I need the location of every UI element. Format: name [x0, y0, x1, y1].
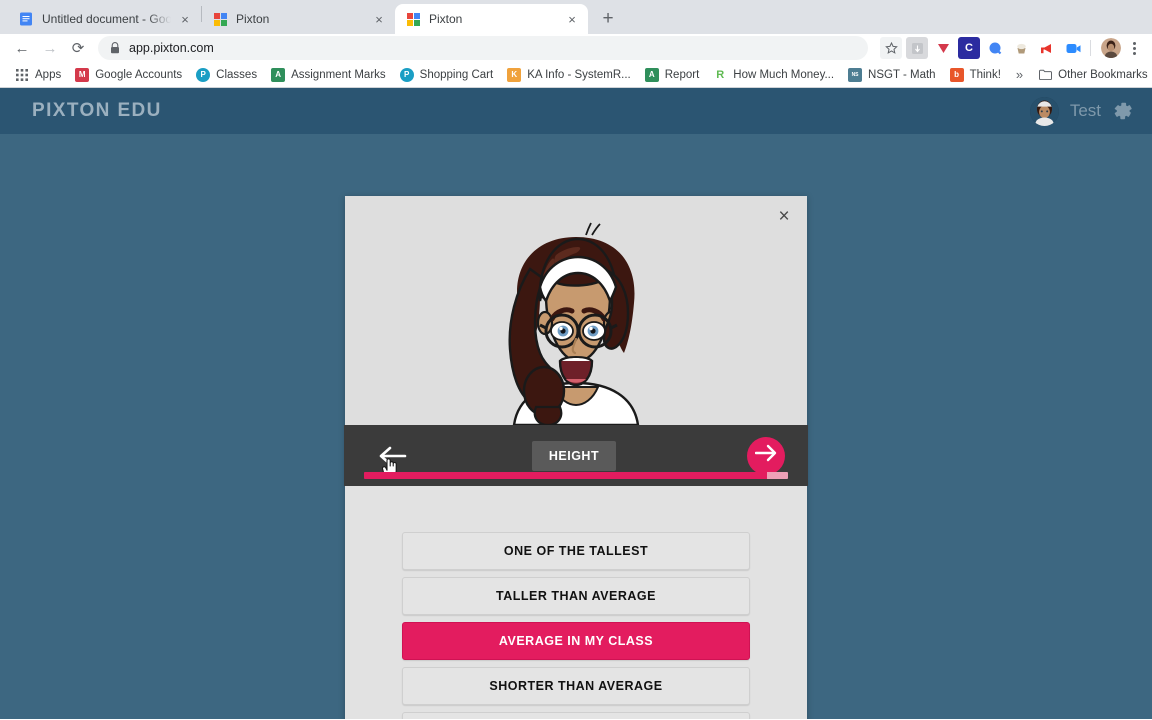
bookmark-label: NSGT - Math	[868, 68, 936, 81]
forward-button[interactable]: →	[36, 34, 64, 62]
tab-close-button[interactable]: ×	[177, 11, 193, 27]
bookmark-google-accounts[interactable]: M Google Accounts	[68, 65, 189, 85]
browser-toolbar: ← → ⟳ app.pixton.com C	[0, 34, 1152, 62]
other-bookmarks-button[interactable]: Other Bookmarks	[1031, 65, 1152, 85]
avatar-builder-modal: × HEIGHT ONE OF THE TALLEST TALLER THAN …	[344, 196, 808, 719]
progress-bar-remaining	[766, 472, 788, 479]
next-button-container	[728, 436, 808, 475]
other-bookmarks-label: Other Bookmarks	[1058, 68, 1148, 81]
extension-megaphone-icon[interactable]	[1036, 37, 1058, 59]
step-label-container: HEIGHT	[420, 440, 728, 471]
option-taller-than-average[interactable]: TALLER THAN AVERAGE	[402, 577, 750, 615]
bookmark-ka-info[interactable]: K KA Info - SystemR...	[500, 65, 638, 85]
option-one-of-the-tallest[interactable]: ONE OF THE TALLEST	[402, 532, 750, 570]
bookmark-label: How Much Money...	[733, 68, 835, 81]
avatar-preview-panel: ×	[345, 196, 807, 425]
option-shorter-than-average[interactable]: SHORTER THAN AVERAGE	[402, 667, 750, 705]
pixton-icon	[406, 12, 420, 26]
bookmark-classes[interactable]: P Classes	[189, 65, 264, 85]
header-user-area[interactable]: Test	[1029, 96, 1134, 126]
toolbar-divider	[1090, 40, 1091, 56]
bookmark-icon: b	[949, 67, 964, 82]
tab-close-button[interactable]: ×	[564, 11, 580, 27]
google-docs-icon	[19, 12, 33, 26]
extension-zoom-icon[interactable]	[1062, 37, 1084, 59]
browser-menu-button[interactable]	[1124, 37, 1144, 59]
extension-blue-icon[interactable]	[984, 37, 1006, 59]
bookmark-think[interactable]: b Think!	[943, 65, 1008, 85]
address-bar[interactable]: app.pixton.com	[98, 36, 868, 60]
folder-icon	[1038, 68, 1052, 82]
bookmark-label: KA Info - SystemR...	[527, 68, 631, 81]
browser-tab-0[interactable]: Untitled document - Google D ×	[8, 4, 201, 34]
bookmark-assignment-marks[interactable]: A Assignment Marks	[264, 65, 393, 85]
progress-bar-fill	[364, 472, 767, 479]
header-user-name: Test	[1069, 101, 1101, 120]
apps-grid-icon	[15, 68, 29, 82]
bookmark-icon: A	[271, 67, 286, 82]
pixton-page: PIXTON EDU Test × HEIGHT ONE OF THE TALL…	[0, 88, 1152, 719]
bookmark-label: Report	[664, 68, 700, 81]
app-brand-logo[interactable]: PIXTON EDU	[32, 100, 162, 122]
step-label[interactable]: HEIGHT	[531, 440, 617, 471]
wizard-toolbar: HEIGHT	[344, 425, 808, 486]
bookmark-icon: P	[399, 67, 414, 82]
tab-title: Pixton	[236, 12, 270, 26]
close-icon[interactable]: ×	[772, 205, 796, 229]
bookmark-label: Apps	[35, 68, 62, 81]
tab-title: Untitled document - Google D	[42, 12, 171, 26]
bookmark-icon: R	[716, 68, 725, 81]
progress-bar	[364, 472, 788, 479]
reload-button[interactable]: ⟳	[64, 34, 92, 62]
profile-avatar[interactable]	[1101, 38, 1121, 58]
back-button[interactable]	[364, 443, 420, 479]
tab-strip: Untitled document - Google D × Pixton × …	[0, 0, 1152, 34]
bookmark-label: Think!	[969, 68, 1001, 81]
back-button[interactable]: ←	[8, 34, 36, 62]
option-average-in-my-class[interactable]: AVERAGE IN MY CLASS	[402, 622, 750, 660]
option-one-of-the-shortest[interactable]: ONE OF THE SHORTEST	[402, 712, 750, 719]
address-bar-url: app.pixton.com	[129, 41, 214, 55]
bookmark-nsgt-math[interactable]: NS NSGT - Math	[841, 65, 943, 85]
next-button[interactable]	[747, 436, 785, 475]
bookmark-label: Assignment Marks	[291, 68, 386, 81]
bookmark-icon: P	[196, 67, 211, 82]
app-header: PIXTON EDU Test	[0, 88, 1152, 134]
user-avatar[interactable]	[1029, 96, 1059, 126]
browser-tab-2[interactable]: Pixton ×	[395, 4, 588, 34]
bookmark-apps[interactable]: Apps	[8, 65, 68, 85]
bookmark-icon: M	[75, 67, 90, 82]
extension-cupcake-icon[interactable]	[1010, 37, 1032, 59]
pixton-icon	[213, 12, 227, 26]
bookmark-label: Shopping Cart	[419, 68, 494, 81]
browser-chrome: Untitled document - Google D × Pixton × …	[0, 0, 1152, 88]
browser-tab-1[interactable]: Pixton ×	[202, 4, 395, 34]
tab-title: Pixton	[429, 12, 463, 26]
bookmark-icon: K	[507, 67, 522, 82]
options-panel: ONE OF THE TALLEST TALLER THAN AVERAGE A…	[345, 486, 807, 719]
star-icon[interactable]	[880, 37, 902, 59]
bookmark-shopping-cart[interactable]: P Shopping Cart	[393, 65, 501, 85]
arrow-right-icon	[754, 444, 777, 467]
extension-c-icon[interactable]: C	[958, 37, 980, 59]
gear-icon[interactable]	[1112, 100, 1134, 122]
extension-red-icon[interactable]	[932, 37, 954, 59]
bookmarks-overflow-button[interactable]: »	[1008, 67, 1031, 82]
extension-grey-icon[interactable]	[906, 37, 928, 59]
lock-icon	[110, 42, 120, 54]
bookmark-label: Classes	[216, 68, 258, 81]
tab-close-button[interactable]: ×	[371, 11, 387, 27]
bookmark-label: Google Accounts	[95, 68, 183, 81]
bookmark-icon: NS	[848, 67, 863, 82]
bookmark-report[interactable]: A Report	[638, 65, 707, 85]
bookmarks-bar: Apps M Google Accounts P Classes A Assig…	[0, 62, 1152, 88]
new-tab-button[interactable]: +	[594, 5, 622, 33]
bookmark-how-much-money[interactable]: R How Much Money...	[706, 65, 841, 85]
bookmark-icon: A	[644, 67, 659, 82]
character-preview	[456, 211, 696, 425]
